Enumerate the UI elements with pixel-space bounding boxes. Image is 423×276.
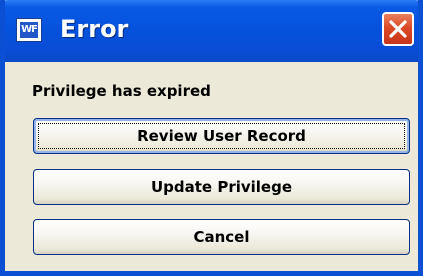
cancel-label: Cancel (193, 228, 250, 246)
review-user-record-button[interactable]: Review User Record (33, 118, 410, 154)
window-title: Error (60, 15, 129, 43)
title-bar[interactable]: WF Error (5, 0, 418, 62)
app-icon-text: WF (20, 22, 38, 38)
update-privilege-button[interactable]: Update Privilege (33, 169, 410, 205)
error-dialog: WF Error Privilege has expired Review Us… (0, 0, 423, 276)
close-icon (389, 20, 407, 38)
review-user-record-label: Review User Record (137, 127, 306, 145)
app-icon: WF (16, 18, 42, 42)
error-message: Privilege has expired (32, 82, 211, 100)
update-privilege-label: Update Privilege (150, 178, 293, 196)
cancel-button[interactable]: Cancel (33, 219, 410, 255)
close-button[interactable] (382, 12, 414, 46)
